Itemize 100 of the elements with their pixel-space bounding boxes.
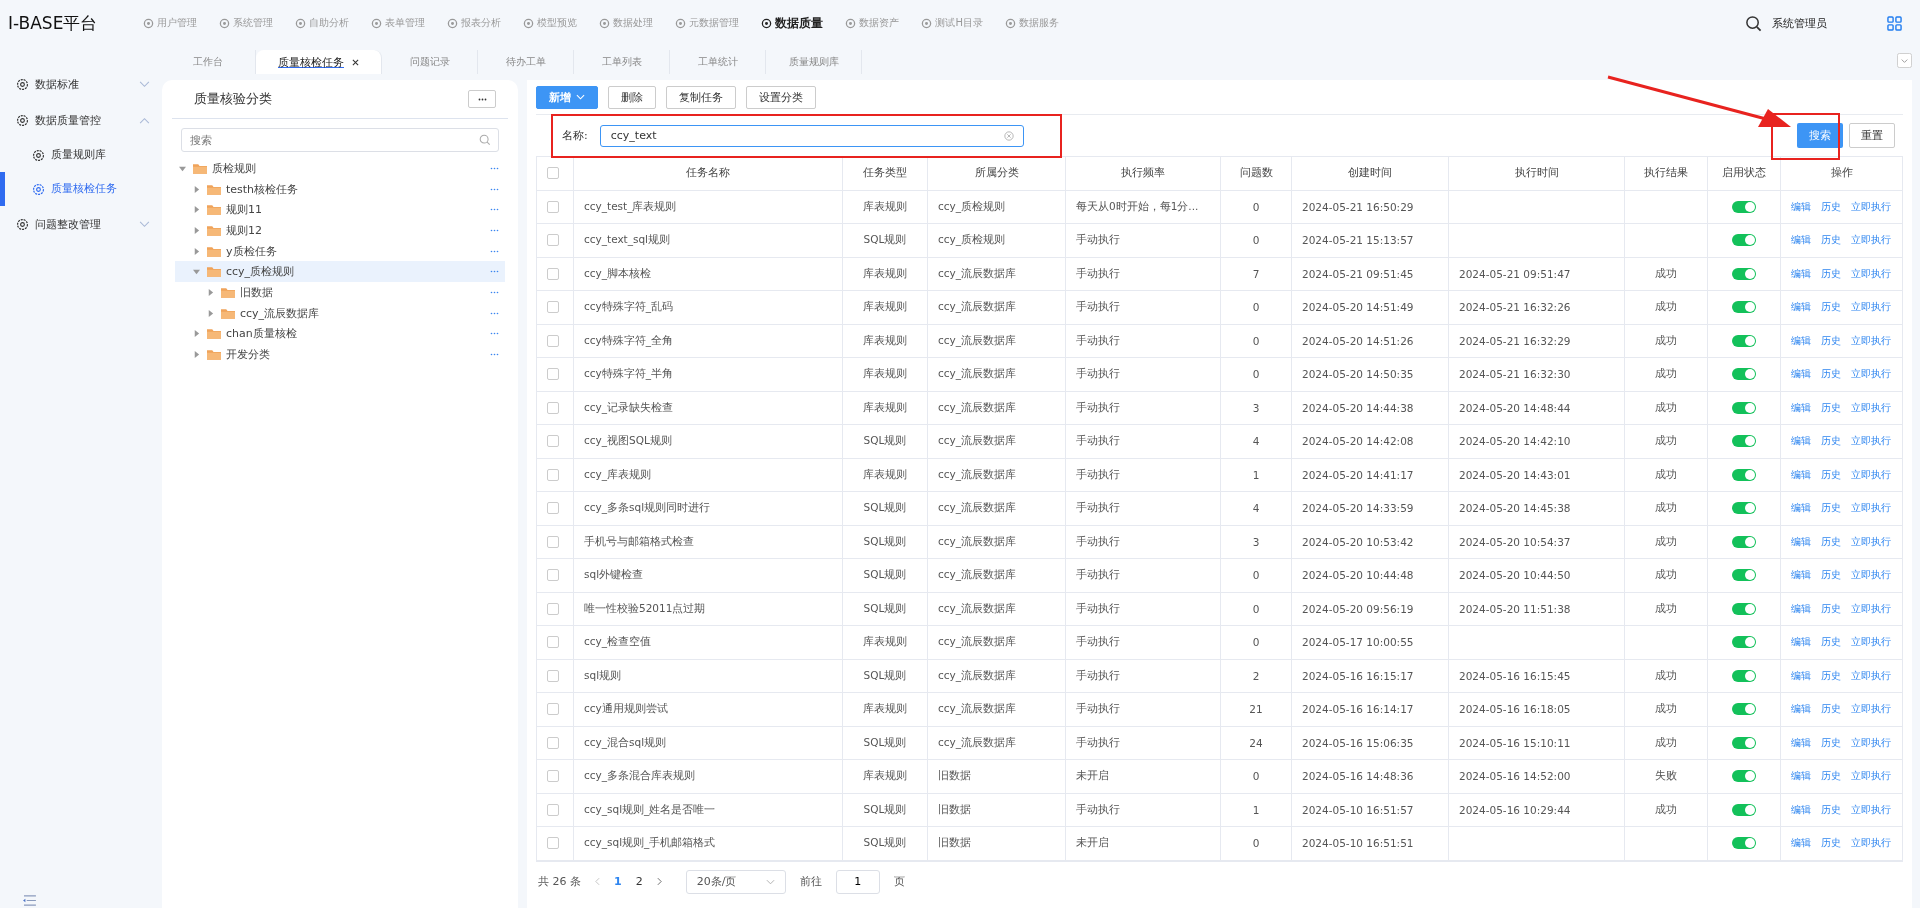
tree-node[interactable]: y质检任务	[175, 240, 505, 262]
action-link[interactable]: 立即执行	[1851, 266, 1891, 281]
action-link[interactable]: 立即执行	[1851, 702, 1891, 717]
enable-toggle[interactable]	[1732, 200, 1756, 213]
page-tab[interactable]: 质量核检任务	[256, 50, 382, 74]
action-link[interactable]: 编辑	[1791, 635, 1811, 650]
caret-right-icon[interactable]	[193, 330, 200, 338]
row-checkbox[interactable]	[547, 636, 559, 649]
enable-toggle[interactable]	[1732, 803, 1756, 816]
row-checkbox[interactable]	[547, 234, 559, 247]
action-link[interactable]: 历史	[1821, 233, 1841, 248]
action-link[interactable]: 编辑	[1791, 467, 1811, 482]
action-link[interactable]: 历史	[1821, 769, 1841, 784]
row-checkbox[interactable]	[547, 803, 559, 816]
action-link[interactable]: 立即执行	[1851, 802, 1891, 817]
row-checkbox[interactable]	[547, 401, 559, 414]
caret-right-icon[interactable]	[207, 309, 214, 317]
tree-node[interactable]: 规则12	[175, 220, 505, 241]
goto-page-field[interactable]: 1	[835, 869, 880, 894]
tree-node[interactable]: ccy_流辰数据库	[175, 302, 505, 324]
row-checkbox[interactable]	[547, 267, 559, 280]
page-tab[interactable]: 质量规则库	[766, 50, 862, 74]
action-link[interactable]: 历史	[1821, 266, 1841, 281]
enable-toggle[interactable]	[1732, 468, 1756, 481]
nav-menu-item[interactable]: 元数据管理	[664, 15, 751, 31]
sidebar-menu-item[interactable]: 问题整改管理	[0, 206, 160, 242]
nav-menu-item[interactable]: 数据处理	[588, 15, 665, 31]
action-link[interactable]: 历史	[1821, 333, 1841, 348]
action-link[interactable]: 立即执行	[1851, 735, 1891, 750]
enable-toggle[interactable]	[1732, 569, 1756, 582]
page-tab[interactable]: 工单列表	[574, 50, 670, 74]
action-link[interactable]: 编辑	[1791, 233, 1811, 248]
toolbar-button[interactable]: 设置分类	[746, 85, 816, 109]
toolbar-button[interactable]: 复制任务	[666, 85, 736, 109]
action-link[interactable]: 历史	[1821, 501, 1841, 516]
enable-toggle[interactable]	[1732, 401, 1756, 414]
enable-toggle[interactable]	[1732, 837, 1756, 850]
enable-toggle[interactable]	[1732, 502, 1756, 515]
nav-menu-item[interactable]: 数据资产	[834, 15, 911, 31]
select-all-checkbox[interactable]	[547, 167, 559, 180]
row-checkbox[interactable]	[547, 502, 559, 515]
reset-button[interactable]: 重置	[1849, 123, 1895, 148]
sidebar-menu-item[interactable]: 数据质量管控	[0, 102, 160, 138]
row-checkbox[interactable]	[547, 200, 559, 213]
action-link[interactable]: 编辑	[1791, 501, 1811, 516]
nav-menu-item[interactable]: 数据质量	[750, 15, 835, 31]
more-dots-icon[interactable]	[489, 353, 500, 357]
tree-node[interactable]: chan质量核检	[175, 323, 505, 345]
row-checkbox[interactable]	[547, 301, 559, 314]
caret-down-icon[interactable]	[193, 268, 200, 276]
action-link[interactable]: 历史	[1821, 702, 1841, 717]
row-checkbox[interactable]	[547, 368, 559, 381]
caret-right-icon[interactable]	[193, 351, 200, 359]
enable-toggle[interactable]	[1732, 736, 1756, 749]
nav-menu-item[interactable]: 系统管理	[208, 15, 285, 31]
enable-toggle[interactable]	[1732, 636, 1756, 649]
action-link[interactable]: 立即执行	[1851, 836, 1891, 851]
enable-toggle[interactable]	[1732, 602, 1756, 615]
nav-menu-item[interactable]: 测试H目录	[910, 15, 994, 31]
tree-node[interactable]: 开发分类	[175, 344, 505, 365]
nav-menu-item[interactable]: 报表分析	[436, 15, 513, 31]
more-dots-icon[interactable]	[489, 208, 500, 212]
caret-right-icon[interactable]	[193, 185, 200, 193]
action-link[interactable]: 编辑	[1791, 400, 1811, 415]
action-link[interactable]: 立即执行	[1851, 367, 1891, 382]
caret-right-icon[interactable]	[193, 226, 200, 234]
enable-toggle[interactable]	[1732, 267, 1756, 280]
tree-node[interactable]: ccy_质检规则	[175, 261, 505, 283]
more-dots-icon[interactable]	[489, 228, 500, 232]
row-checkbox[interactable]	[547, 569, 559, 582]
nav-menu-item[interactable]: 数据服务	[993, 15, 1070, 31]
next-page-icon[interactable]	[656, 877, 662, 886]
action-link[interactable]: 编辑	[1791, 199, 1811, 214]
more-dots-icon[interactable]	[489, 187, 500, 191]
toolbar-button[interactable]: 新增	[536, 85, 598, 109]
page-tab[interactable]: 工单统计	[670, 50, 766, 74]
action-link[interactable]: 历史	[1821, 300, 1841, 315]
enable-toggle[interactable]	[1732, 535, 1756, 548]
tree-search-field[interactable]: 搜索	[181, 128, 499, 152]
action-link[interactable]: 历史	[1821, 367, 1841, 382]
enable-toggle[interactable]	[1732, 234, 1756, 247]
caret-right-icon[interactable]	[193, 206, 200, 214]
action-link[interactable]: 编辑	[1791, 601, 1811, 616]
name-input-field[interactable]: ccy_text	[599, 124, 1024, 147]
action-link[interactable]: 编辑	[1791, 702, 1811, 717]
action-link[interactable]: 编辑	[1791, 300, 1811, 315]
enable-toggle[interactable]	[1732, 703, 1756, 716]
action-link[interactable]: 编辑	[1791, 266, 1811, 281]
action-link[interactable]: 历史	[1821, 434, 1841, 449]
more-options-button[interactable]	[468, 90, 496, 108]
action-link[interactable]: 编辑	[1791, 668, 1811, 683]
page-tab[interactable]: 问题记录	[382, 50, 478, 74]
search-button[interactable]: 搜索	[1797, 123, 1843, 148]
action-link[interactable]: 编辑	[1791, 568, 1811, 583]
action-link[interactable]: 立即执行	[1851, 668, 1891, 683]
row-checkbox[interactable]	[547, 535, 559, 548]
nav-menu-item[interactable]: 模型预览	[512, 15, 589, 31]
row-checkbox[interactable]	[547, 837, 559, 850]
row-checkbox[interactable]	[547, 736, 559, 749]
nav-menu-item[interactable]: 用户管理	[132, 15, 209, 31]
